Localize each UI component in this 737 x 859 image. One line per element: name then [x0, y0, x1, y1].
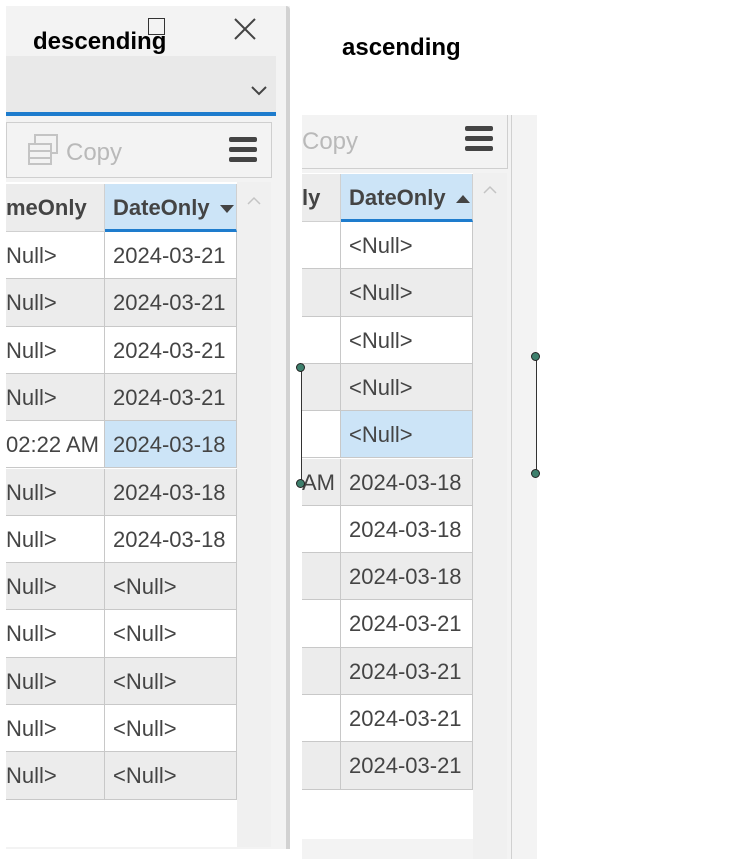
table-cell[interactable]: 2024-03-18: [341, 553, 473, 601]
table-cell[interactable]: Null>: [6, 563, 105, 611]
table-cell[interactable]: [302, 647, 341, 695]
sort-ascending-icon[interactable]: [455, 195, 470, 204]
table-cell[interactable]: 2024-03-18: [341, 505, 473, 554]
column-header-dateonly[interactable]: DateOnly: [105, 184, 237, 232]
table-cell[interactable]: AM: [302, 458, 341, 506]
resize-line: [536, 357, 537, 473]
table-cell[interactable]: Null>: [6, 657, 105, 705]
table-cell[interactable]: <Null>: [105, 610, 237, 658]
table-cell[interactable]: 2024-03-21: [105, 279, 237, 327]
column-header-label: DateOnly: [113, 195, 210, 220]
maximize-icon[interactable]: [148, 18, 165, 35]
column-header-meonly[interactable]: meOnly: [6, 184, 105, 232]
left-panel-border: [286, 6, 290, 849]
table-cell[interactable]: Null>: [6, 515, 105, 564]
copy-button[interactable]: Copy: [302, 128, 358, 156]
table-cell[interactable]: <Null>: [105, 563, 237, 611]
table-cell[interactable]: <Null>: [341, 222, 473, 270]
table-cell[interactable]: 2024-03-18: [341, 458, 473, 506]
table-cell[interactable]: [302, 316, 341, 364]
left-title: descending: [33, 28, 167, 55]
table-cell[interactable]: [302, 695, 341, 743]
table-cell[interactable]: [302, 411, 341, 459]
table-cell[interactable]: [302, 505, 341, 554]
hamburger-menu-icon[interactable]: [229, 137, 257, 163]
table-cell[interactable]: [302, 363, 341, 412]
resize-line: [301, 368, 302, 484]
table-cell[interactable]: 2024-03-21: [341, 695, 473, 743]
scroll-up-icon[interactable]: [483, 185, 497, 195]
table-cell[interactable]: Null>: [6, 752, 105, 800]
table-cell[interactable]: <Null>: [341, 411, 473, 459]
resize-handle[interactable]: [531, 352, 540, 361]
table-cell[interactable]: [302, 222, 341, 270]
column-header-label: ly: [302, 185, 321, 210]
table-cell[interactable]: [302, 269, 341, 317]
table-cell[interactable]: [302, 742, 341, 790]
resize-handle[interactable]: [296, 363, 305, 372]
copy-icon[interactable]: [27, 133, 61, 167]
column-header-label: meOnly: [6, 195, 87, 220]
table-cell[interactable]: 02:22 AM: [6, 421, 105, 469]
sort-descending-icon[interactable]: [219, 205, 234, 214]
table-cell[interactable]: 2024-03-18: [105, 515, 237, 564]
table-cell[interactable]: Null>: [6, 326, 105, 374]
right-panel-edge: [511, 115, 537, 859]
hamburger-menu-icon[interactable]: [465, 126, 493, 152]
close-icon[interactable]: [230, 14, 260, 44]
table-cell[interactable]: <Null>: [341, 269, 473, 317]
resize-handle[interactable]: [531, 469, 540, 478]
table-cell[interactable]: 2024-03-21: [341, 742, 473, 790]
table-cell[interactable]: Null>: [6, 232, 105, 280]
table-cell[interactable]: 2024-03-21: [105, 232, 237, 280]
table-cell[interactable]: 2024-03-21: [105, 326, 237, 374]
dropdown-underline: [6, 112, 276, 116]
table-cell[interactable]: Null>: [6, 610, 105, 658]
resize-handle[interactable]: [296, 479, 305, 488]
table-cell[interactable]: [302, 600, 341, 648]
table-cell[interactable]: <Null>: [105, 752, 237, 800]
right-scrollbar[interactable]: [473, 173, 507, 859]
table-cell[interactable]: 2024-03-21: [341, 647, 473, 695]
table-cell[interactable]: <Null>: [105, 705, 237, 753]
table-cell[interactable]: Null>: [6, 705, 105, 753]
table-dropdown[interactable]: [6, 56, 276, 112]
table-cell[interactable]: 2024-03-21: [341, 600, 473, 648]
copy-button[interactable]: Copy: [66, 139, 122, 167]
table-cell[interactable]: Null>: [6, 279, 105, 327]
table-cell[interactable]: Null>: [6, 373, 105, 422]
scroll-up-icon[interactable]: [247, 196, 261, 206]
table-cell[interactable]: <Null>: [341, 363, 473, 412]
right-title: ascending: [342, 34, 461, 61]
table-cell[interactable]: Null>: [6, 468, 105, 516]
table-cell[interactable]: [302, 553, 341, 601]
column-header-dateonly[interactable]: DateOnly: [341, 174, 473, 222]
column-header-label: DateOnly: [349, 185, 446, 210]
table-cell[interactable]: 2024-03-18: [105, 468, 237, 516]
chevron-down-icon[interactable]: [250, 84, 268, 98]
table-cell[interactable]: 2024-03-21: [105, 373, 237, 422]
table-cell[interactable]: <Null>: [341, 316, 473, 364]
left-scrollbar[interactable]: [237, 182, 271, 847]
table-cell[interactable]: 2024-03-18: [105, 421, 237, 469]
table-cell[interactable]: <Null>: [105, 657, 237, 705]
column-header-ly[interactable]: ly: [302, 174, 341, 222]
